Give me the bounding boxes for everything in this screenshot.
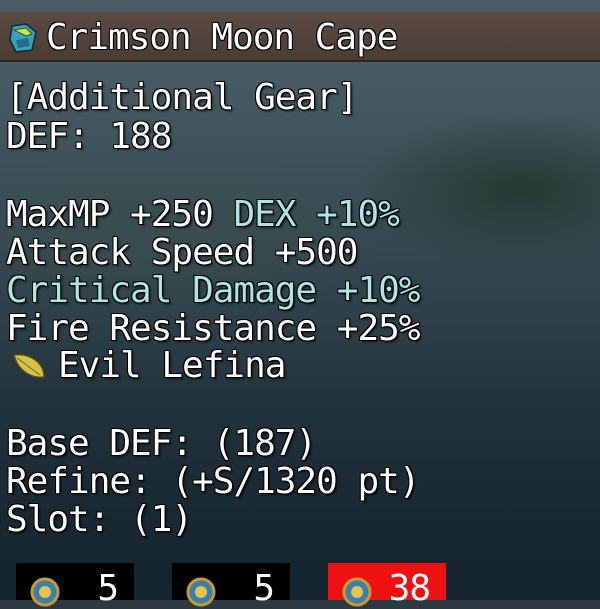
slot-value: Slot: (1) xyxy=(6,499,193,540)
dex-stat: DEX +10% xyxy=(233,194,399,235)
maxmp-stat: MaxMP +250 xyxy=(6,194,214,235)
base-def-value: Base DEF: (187) xyxy=(6,423,317,464)
critical-damage-stat: Critical Damage +10% xyxy=(6,270,420,311)
coin-medallion-icon xyxy=(30,577,60,607)
card-line[interactable]: Evil Lefina xyxy=(6,345,286,386)
coin-medallion-icon xyxy=(186,577,216,607)
def-value: DEF: 188 xyxy=(6,116,172,157)
coin-medallion-icon xyxy=(342,577,372,607)
card-name: Evil Lefina xyxy=(58,345,286,386)
attack-speed-stat: Attack Speed +500 xyxy=(6,232,358,273)
material-count: 5 xyxy=(253,568,275,609)
material-slot-2[interactable]: 5 xyxy=(172,563,290,609)
material-count: 38 xyxy=(388,568,431,609)
material-count: 5 xyxy=(97,568,119,609)
material-slot-3[interactable]: 38 xyxy=(328,563,446,609)
fire-resistance-stat: Fire Resistance +25% xyxy=(6,308,420,349)
leaf-card-icon xyxy=(13,353,45,379)
stat-line-maxmp-dex: MaxMP +250 DEX +10% xyxy=(6,194,400,235)
item-category: [Additional Gear] xyxy=(6,77,358,118)
material-slot-1[interactable]: 5 xyxy=(16,563,134,609)
cape-icon xyxy=(9,23,37,53)
item-name: Crimson Moon Cape xyxy=(46,17,398,58)
top-strip xyxy=(0,0,600,12)
refine-value: Refine: (+S/1320 pt) xyxy=(6,461,420,502)
